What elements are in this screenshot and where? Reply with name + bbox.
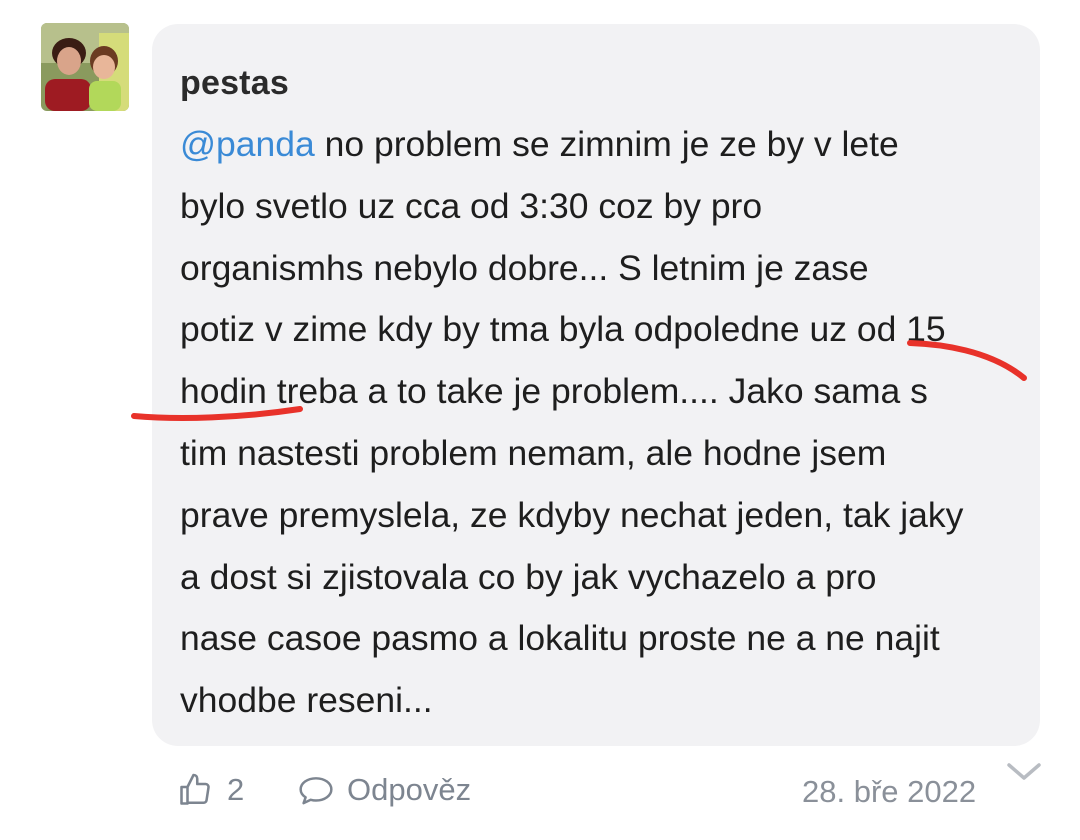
comment-text-line: hodin treba a to take je problem.... Jak… [180, 371, 928, 412]
comment-text-line: organismhs nebylo dobre... S letnim je z… [180, 247, 869, 288]
chevron-down-icon [1007, 763, 1041, 780]
thumbs-up-icon [180, 773, 210, 805]
mention-link[interactable]: @panda [180, 124, 315, 164]
comment-text-line: bylo svetlo uz cca od 3:30 coz by pro [180, 185, 763, 226]
comment-text-line: no problem se zimnim je ze by v lete [314, 124, 899, 164]
comment-date: 28. bře 2022 [802, 774, 977, 809]
comment-text-line: tim nastesti problem nemam, ale hodne js… [180, 432, 887, 473]
comment-text-line: potiz v zime kdy by tma byla odpoledne u… [180, 309, 946, 350]
comment-author[interactable]: pestas [180, 64, 289, 103]
comment-text-line: vhodbe reseni... [180, 680, 433, 721]
comment-text: @panda no problem se zimnim je ze by v l… [180, 114, 1030, 732]
like-count: 2 [227, 772, 245, 807]
comment-text-line: a dost si zjistovala co by jak vychazelo… [180, 556, 877, 597]
avatar-photo [41, 23, 129, 111]
comment-text-line: nase casoe pasmo a lokalitu proste ne a … [180, 618, 940, 659]
avatar[interactable] [41, 23, 129, 111]
speech-bubble-icon [299, 777, 333, 805]
like-button[interactable]: 2 [177, 772, 244, 808]
expand-toggle[interactable] [1004, 760, 1044, 789]
reply-label: Odpověz [347, 772, 472, 807]
comment-text-line: prave premyslela, ze kdyby nechat jeden,… [180, 494, 964, 535]
reply-button[interactable]: Odpověz [297, 772, 471, 808]
